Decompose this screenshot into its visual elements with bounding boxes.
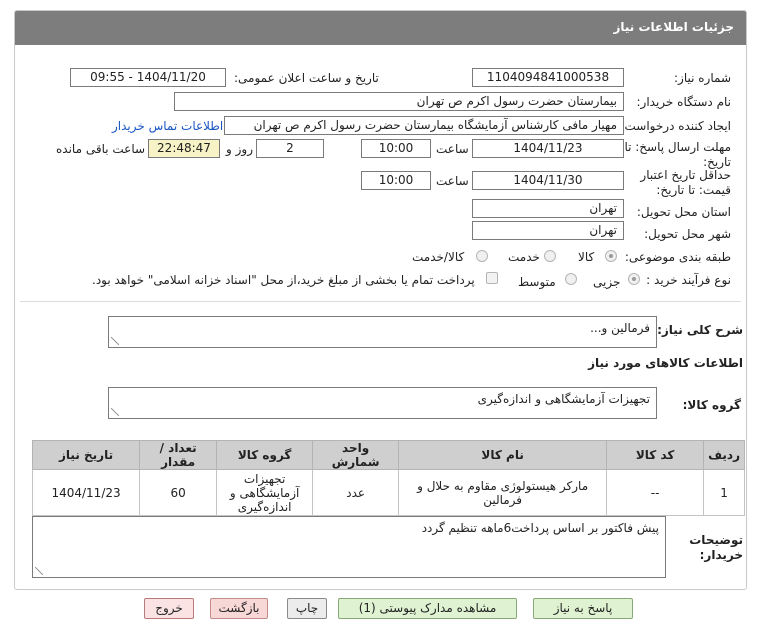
resize-grip-icon[interactable]: [35, 567, 43, 575]
col-header-goods-name: نام کالا: [398, 440, 608, 470]
creator-field: مهیار مافی کارشناس آزمایشگاه بیمارستان ح…: [224, 116, 624, 135]
col-header-need-date: تاریخ نیاز: [31, 440, 141, 470]
col-header-row-number: ردیف: [703, 440, 745, 470]
need-number-label: شماره نیاز:: [674, 71, 731, 85]
days-field: 2: [256, 139, 324, 158]
announce-field: 1404/11/20 - 09:55: [70, 68, 226, 87]
cell-goods-code: --: [606, 469, 705, 516]
cell-unit: عدد: [312, 469, 400, 516]
exit-button[interactable]: خروج: [144, 598, 194, 619]
reply-button[interactable]: پاسخ به نیاز: [533, 598, 633, 619]
back-button[interactable]: بازگشت: [210, 598, 268, 619]
city-field: تهران: [472, 221, 624, 240]
contact-buyer-link[interactable]: اطلاعات تماس خریدار: [112, 119, 223, 133]
category-radio-service[interactable]: [544, 250, 556, 262]
resize-grip-icon[interactable]: [111, 337, 119, 345]
reply-time-label: ساعت: [436, 142, 469, 156]
goods-section-title: اطلاعات کالاهای مورد نیاز: [588, 356, 743, 370]
print-button[interactable]: چاپ: [287, 598, 327, 619]
category-option-goods: کالا: [578, 250, 595, 264]
category-radio-goods[interactable]: [605, 250, 617, 262]
city-label: شهر محل تحویل:: [644, 227, 731, 241]
validity-time-label: ساعت: [436, 174, 469, 188]
creator-label: ایجاد کننده درخواست:: [620, 119, 731, 133]
notes-label: توضیحات خریدار:: [689, 533, 743, 562]
view-attachments-button[interactable]: مشاهده مدارک پیوستی (1): [338, 598, 517, 619]
cell-quantity: 60: [139, 469, 218, 516]
panel-title: جزئیات اطلاعات نیاز: [613, 20, 734, 34]
payment-note: پرداخت تمام یا بخشی از مبلغ خرید،از محل …: [92, 273, 475, 287]
province-label: استان محل تحویل:: [636, 205, 731, 219]
remaining-label: ساعت باقی مانده: [56, 142, 146, 156]
col-header-goods-code: کد کالا: [606, 440, 705, 470]
goods-group-label: گروه کالا:: [682, 398, 741, 412]
buyer-org-label: نام دستگاه خریدار:: [636, 95, 732, 109]
buyer-org-field: بیمارستان حضرت رسول اکرم ص تهران: [174, 92, 624, 111]
reply-date-field: 1404/11/23: [472, 139, 624, 158]
col-header-quantity: تعداد / مقدار: [139, 440, 218, 470]
table-header-row: ردیف کد کالا نام کالا واحد شمارش گروه کا…: [31, 440, 745, 470]
panel-header: جزئیات اطلاعات نیاز: [15, 11, 746, 45]
province-field: تهران: [472, 199, 624, 218]
goods-group-textarea[interactable]: تجهیزات آزمایشگاهی و اندازه‌گیری: [108, 387, 657, 419]
items-table: ردیف کد کالا نام کالا واحد شمارش گروه کا…: [31, 440, 745, 516]
cell-goods-group: تجهیزات آزمایشگاهی و اندازه‌گیری: [216, 469, 314, 516]
process-radio-minor[interactable]: [628, 273, 640, 285]
announce-label: تاریخ و ساعت اعلان عمومی:: [234, 71, 379, 85]
days-label: روز و: [226, 142, 253, 156]
resize-grip-icon[interactable]: [111, 408, 119, 416]
process-label: نوع فرآیند خرید :: [646, 273, 731, 287]
category-label: طبقه بندی موضوعی:: [624, 250, 731, 264]
validity-label: حداقل تاریخ اعتبار قیمت: تا تاریخ:: [640, 168, 731, 197]
col-header-goods-group: گروه کالا: [216, 440, 314, 470]
category-radio-both[interactable]: [476, 250, 488, 262]
remaining-time-field: 22:48:47: [148, 139, 220, 158]
cell-need-date: 1404/11/23: [31, 469, 141, 516]
goods-group-text: تجهیزات آزمایشگاهی و اندازه‌گیری: [477, 392, 650, 406]
summary-text: فرمالین و...: [590, 321, 650, 335]
notes-text: پیش فاکتور بر اساس پرداخت6ماهه تنظیم گرد…: [421, 521, 659, 535]
validity-time-field: 10:00: [361, 171, 431, 190]
cell-goods-name: مارکر هیستولوژی مقاوم به حلال و فرمالین: [398, 469, 608, 516]
notes-textarea[interactable]: پیش فاکتور بر اساس پرداخت6ماهه تنظیم گرد…: [32, 516, 666, 578]
reply-deadline-label: مهلت ارسال پاسخ: تا تاریخ:: [624, 140, 731, 169]
validity-date-field: 1404/11/30: [472, 171, 624, 190]
col-header-unit: واحد شمارش: [312, 440, 400, 470]
process-option-medium: متوسط: [518, 275, 556, 289]
process-radio-medium[interactable]: [565, 273, 577, 285]
summary-textarea[interactable]: فرمالین و...: [108, 316, 657, 348]
table-row[interactable]: 1 -- مارکر هیستولوژی مقاوم به حلال و فرم…: [31, 469, 745, 516]
category-option-both: کالا/خدمت: [412, 250, 465, 264]
need-number-field: 1104094841000538: [472, 68, 624, 87]
summary-label: شرح کلی نیاز:: [657, 323, 743, 337]
cell-row-number: 1: [703, 469, 745, 516]
divider-1: [20, 301, 741, 302]
treasury-checkbox[interactable]: [486, 272, 498, 284]
category-option-service: خدمت: [508, 250, 540, 264]
process-option-minor: جزیی: [593, 275, 621, 289]
reply-time-field: 10:00: [361, 139, 431, 158]
